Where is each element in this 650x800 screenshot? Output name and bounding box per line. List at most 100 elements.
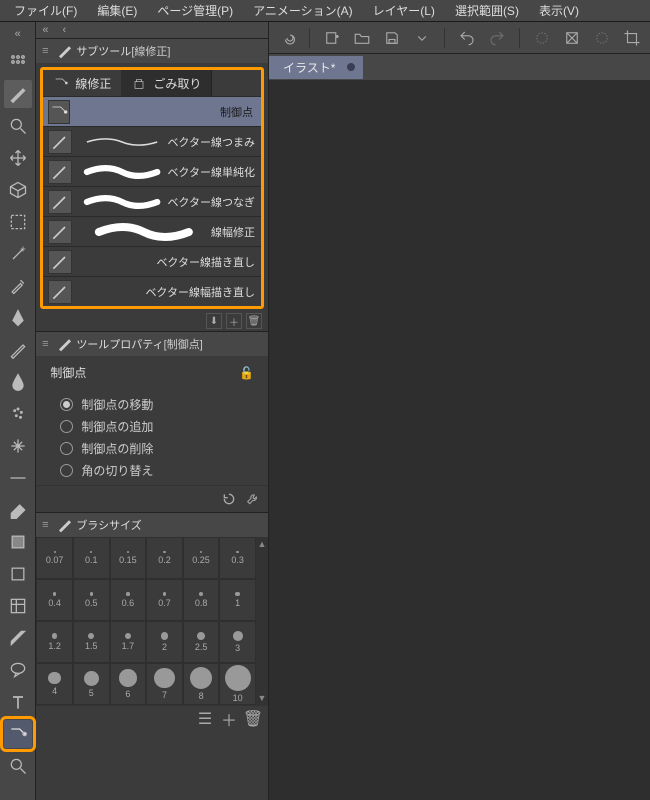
brush-size-cell[interactable]: 0.6	[110, 579, 147, 621]
brush-size-cell[interactable]: 7	[146, 663, 183, 705]
panel-grip-icon[interactable]: ≡	[36, 338, 54, 350]
line-correct-tool-icon[interactable]	[4, 720, 32, 748]
menu-select[interactable]: 選択範囲(S)	[449, 0, 525, 21]
wrench-icon[interactable]	[244, 490, 262, 508]
brush-size-cell[interactable]: 0.07	[36, 537, 73, 579]
back-icon[interactable]: ‹	[62, 24, 66, 36]
spray-icon[interactable]	[4, 400, 32, 428]
sparkle-icon[interactable]	[4, 432, 32, 460]
save-icon[interactable]	[380, 26, 404, 50]
eraser-icon[interactable]	[4, 496, 32, 524]
reset-icon[interactable]	[220, 490, 238, 508]
brush-size-cell[interactable]: 1.5	[73, 621, 110, 663]
trash-icon[interactable]: 🗑	[246, 313, 262, 329]
panel-collapse[interactable]: «	[0, 26, 35, 42]
brush-size-cell[interactable]: 0.4	[36, 579, 73, 621]
lock-icon[interactable]: 🔓	[239, 366, 254, 380]
scroll-up-icon[interactable]: ▲	[258, 539, 267, 549]
ring2-icon[interactable]	[590, 26, 614, 50]
brush-size-cell[interactable]: 0.5	[73, 579, 110, 621]
add-icon[interactable]: ＋	[220, 710, 238, 728]
property-radio[interactable]: 角の切り替え	[60, 459, 260, 481]
document-tab[interactable]: イラスト*	[269, 56, 363, 79]
brush-size-label: 0.5	[85, 598, 98, 608]
collapse-icon[interactable]: «	[42, 24, 48, 36]
brush-size-cell[interactable]: 2	[146, 621, 183, 663]
subtool-item[interactable]: ベクター線描き直し	[43, 246, 261, 276]
brush-size-cell[interactable]: 2.5	[183, 621, 220, 663]
brush-scrollbar[interactable]: ▲ ▼	[256, 537, 268, 705]
grip-icon[interactable]	[4, 48, 32, 76]
subtool-item[interactable]: ベクター線単純化	[43, 156, 261, 186]
menu-layer[interactable]: レイヤー(L)	[367, 0, 441, 21]
ring-icon[interactable]	[530, 26, 554, 50]
brush-size-cell[interactable]: 0.2	[146, 537, 183, 579]
add-icon[interactable]: ＋	[226, 313, 242, 329]
eyedropper-icon[interactable]	[4, 272, 32, 300]
subtool-item[interactable]: ベクター線つまみ	[43, 126, 261, 156]
trash-icon[interactable]: 🗑	[244, 710, 262, 728]
fill-rect-icon[interactable]	[4, 528, 32, 556]
dropdown-icon[interactable]	[410, 26, 434, 50]
clear-icon[interactable]	[560, 26, 584, 50]
text-icon[interactable]	[4, 688, 32, 716]
3d-icon[interactable]	[4, 176, 32, 204]
brush-size-cell[interactable]: 1.7	[110, 621, 147, 663]
crop-icon[interactable]	[620, 26, 644, 50]
magnifier-icon[interactable]	[4, 112, 32, 140]
brush-size-cell[interactable]: 0.1	[73, 537, 110, 579]
property-radio[interactable]: 制御点の追加	[60, 415, 260, 437]
tab-line-correct[interactable]: 線修正	[43, 70, 121, 96]
property-radio[interactable]: 制御点の削除	[60, 437, 260, 459]
brush-size-cell[interactable]: 6	[110, 663, 147, 705]
new-icon[interactable]	[320, 26, 344, 50]
rect-icon[interactable]	[4, 560, 32, 588]
brush-tool-icon[interactable]	[4, 80, 32, 108]
magnifier2-icon[interactable]	[4, 752, 32, 780]
subtool-item[interactable]: ベクター線幅描き直し	[43, 276, 261, 306]
brush-size-cell[interactable]: 10	[219, 663, 256, 705]
brush-size-cell[interactable]: 3	[219, 621, 256, 663]
brush-title: ブラシサイズ	[76, 517, 141, 533]
scroll-down-icon[interactable]: ▼	[258, 693, 267, 703]
panel-grip-icon[interactable]: ≡	[36, 45, 54, 57]
pencil-icon[interactable]	[4, 336, 32, 364]
marquee-icon[interactable]	[4, 208, 32, 236]
undo-icon[interactable]	[455, 26, 479, 50]
brush-size-cell[interactable]: 0.7	[146, 579, 183, 621]
stroke-preview	[83, 132, 161, 152]
menu-file[interactable]: ファイル(F)	[8, 0, 83, 21]
brush-size-cell[interactable]: 8	[183, 663, 220, 705]
brush-size-cell[interactable]: 4	[36, 663, 73, 705]
download-icon[interactable]: ⬇	[206, 313, 222, 329]
menu-edit[interactable]: 編集(E)	[91, 0, 143, 21]
subtool-item[interactable]: ベクター線つなぎ	[43, 186, 261, 216]
brush-size-cell[interactable]: 1.2	[36, 621, 73, 663]
menu-icon[interactable]: ☰	[196, 710, 214, 728]
panel-grip-icon[interactable]: ≡	[36, 519, 54, 531]
ruler-icon[interactable]	[4, 624, 32, 652]
tab-dust[interactable]: ごみ取り	[121, 70, 212, 96]
spiral-icon[interactable]	[275, 26, 299, 50]
brush-size-cell[interactable]: 0.8	[183, 579, 220, 621]
move-icon[interactable]	[4, 144, 32, 172]
subtool-item[interactable]: 線幅修正	[43, 216, 261, 246]
pen-icon[interactable]	[4, 304, 32, 332]
menu-view[interactable]: 表示(V)	[533, 0, 585, 21]
brush-dot-icon	[54, 551, 56, 553]
subtool-item[interactable]: 制御点	[43, 96, 261, 126]
brush-size-cell[interactable]: 0.3	[219, 537, 256, 579]
redo-icon[interactable]	[485, 26, 509, 50]
frame-icon[interactable]	[4, 592, 32, 620]
menu-page[interactable]: ページ管理(P)	[151, 0, 239, 21]
wand-icon[interactable]	[4, 240, 32, 268]
open-icon[interactable]	[350, 26, 374, 50]
brush-size-cell[interactable]: 0.25	[183, 537, 220, 579]
menu-anim[interactable]: アニメーション(A)	[247, 0, 359, 21]
balloon-icon[interactable]	[4, 656, 32, 684]
property-radio[interactable]: 制御点の移動	[60, 393, 260, 415]
brush-size-cell[interactable]: 0.15	[110, 537, 147, 579]
brush-size-cell[interactable]: 1	[219, 579, 256, 621]
ink-icon[interactable]	[4, 368, 32, 396]
brush-size-cell[interactable]: 5	[73, 663, 110, 705]
